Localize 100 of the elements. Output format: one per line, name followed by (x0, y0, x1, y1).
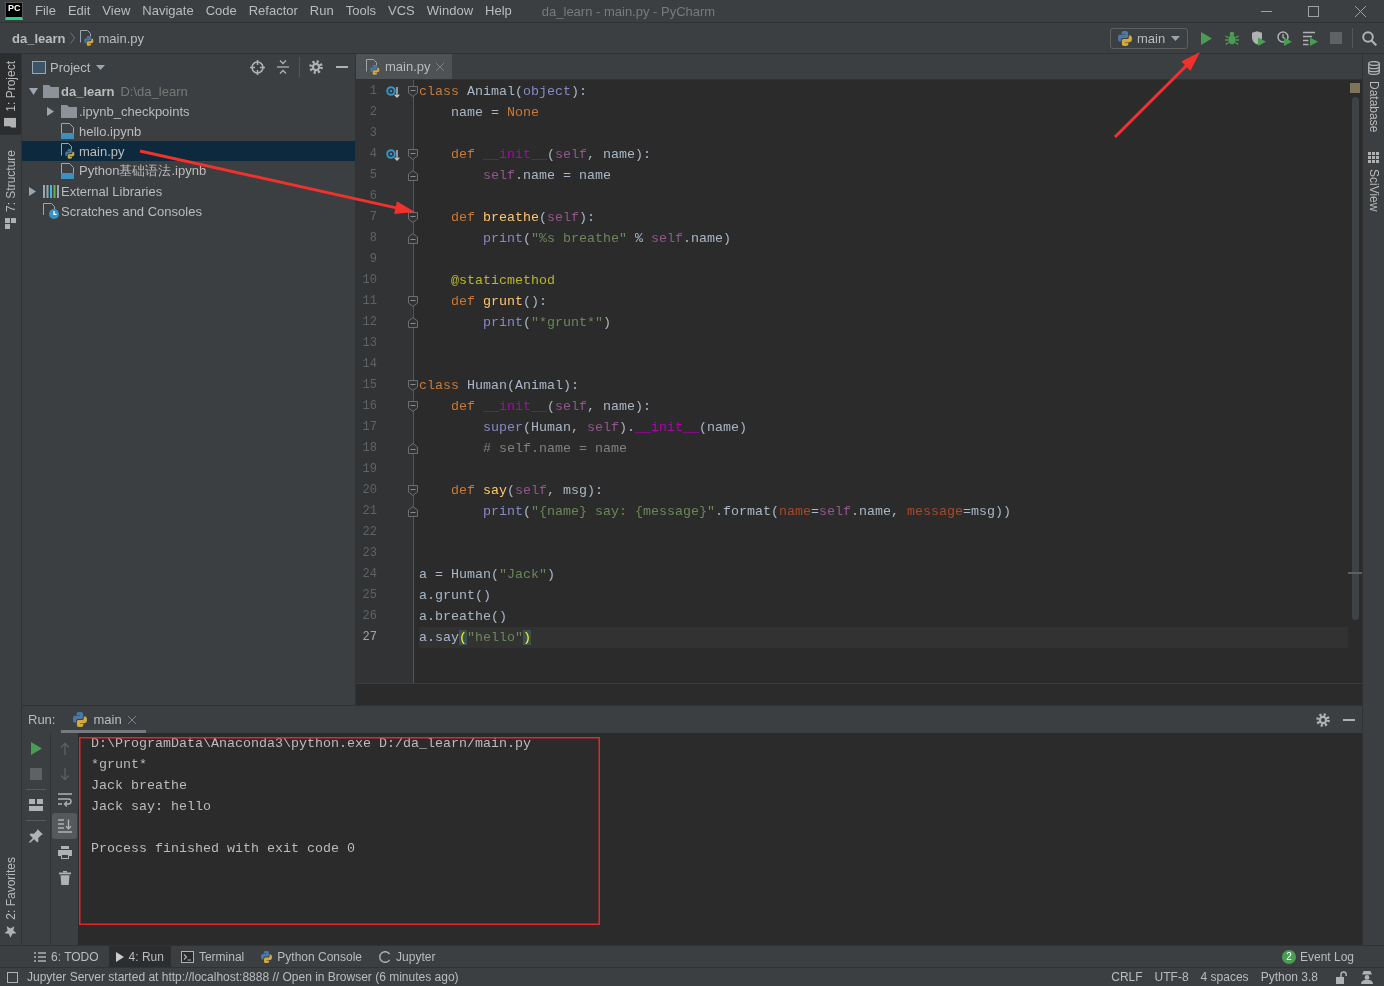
menu-item[interactable]: VCS (382, 0, 421, 22)
search-icon[interactable] (1361, 30, 1377, 46)
arrow-right-icon[interactable] (47, 106, 54, 116)
menu-item[interactable]: Navigate (136, 0, 200, 22)
caret-position-mark (1348, 572, 1362, 574)
console-line: Jack say: hello (91, 798, 211, 816)
run-icon[interactable] (30, 741, 42, 755)
window-icon (32, 60, 46, 74)
tool-window-button[interactable]: 4: Run (108, 946, 171, 967)
scroll-to-end-button[interactable] (52, 813, 77, 839)
clock-play-icon[interactable] (1276, 30, 1292, 46)
status-bar-item[interactable]: CRLF (1105, 970, 1149, 984)
person-icon[interactable] (1360, 970, 1374, 984)
run-icon[interactable] (1200, 31, 1212, 45)
arrow-down-icon (59, 767, 70, 781)
tool-window-button[interactable]: Terminal (173, 946, 252, 967)
editor-tab[interactable]: main.py (356, 54, 452, 79)
settings-icon[interactable] (309, 60, 323, 74)
code-line: @staticmethod (451, 273, 555, 288)
menu-item[interactable]: Edit (61, 0, 97, 22)
status-bar-item[interactable]: Python 3.8 (1254, 970, 1324, 984)
run-configuration-dropdown[interactable]: main (1110, 27, 1188, 49)
console-line: Jack breathe (91, 777, 187, 795)
menu-item[interactable]: Tools (339, 0, 383, 22)
code-line: a = Human("Jack") (419, 567, 555, 582)
tree-item[interactable]: External Libraries (22, 181, 355, 201)
python-logo-icon (1118, 30, 1132, 46)
lines-play-icon[interactable] (1302, 30, 1318, 46)
fold-marker-icon[interactable] (407, 401, 418, 412)
lock-icon[interactable] (1336, 970, 1348, 984)
menu-item[interactable]: Window (420, 0, 480, 22)
code-line: def breathe(self): (451, 210, 595, 225)
path-hint: D:\da_learn (120, 83, 188, 99)
settings-icon[interactable] (1316, 712, 1330, 727)
fold-marker-icon[interactable] (407, 317, 418, 328)
arrow-up-icon (59, 741, 70, 755)
code-line: class Human(Animal): (419, 378, 579, 393)
code-line: def __init__(self, name): (451, 147, 651, 162)
tool-window-button[interactable]: 6: TODO (27, 946, 106, 967)
menu-item[interactable]: Run (303, 0, 340, 22)
code-line: a.say("hello") (419, 630, 531, 645)
code-line: class Animal(object): (419, 84, 587, 99)
menu-item[interactable]: Code (199, 0, 243, 22)
square-icon[interactable] (7, 971, 18, 983)
fold-marker-icon[interactable] (407, 233, 418, 244)
fold-marker-icon[interactable] (407, 485, 418, 496)
fold-marker-icon[interactable] (407, 149, 418, 160)
menu-item[interactable]: Help (479, 0, 518, 22)
tool-window-tab[interactable]: 7: Structure (0, 142, 21, 236)
fold-marker-icon[interactable] (407, 296, 418, 307)
minus-icon[interactable] (1343, 718, 1355, 721)
circle-down-arrow-icon[interactable] (386, 85, 400, 98)
tool-window-tab[interactable]: 2: Favorites (0, 850, 21, 945)
bug-icon[interactable] (1225, 31, 1239, 45)
tree-item[interactable]: hello.ipynb (22, 121, 355, 141)
arrow-right-icon[interactable] (29, 186, 36, 196)
tree-item[interactable]: da_learn D:\da_learn (22, 81, 355, 101)
breadcrumb-item[interactable]: main.py (80, 30, 144, 46)
close-icon[interactable] (127, 715, 136, 724)
menu-item[interactable]: Refactor (242, 0, 304, 22)
fold-marker-icon[interactable] (407, 170, 418, 181)
status-bar-item[interactable]: 4 spaces (1194, 970, 1255, 984)
arrow-down-icon[interactable] (29, 87, 38, 95)
scrollbar-thumb[interactable] (1352, 97, 1359, 620)
close-icon[interactable] (1355, 5, 1366, 17)
shield-play-icon[interactable] (1250, 30, 1266, 46)
menu-item[interactable]: View (96, 0, 137, 22)
list-icon (34, 951, 46, 962)
python-file-icon (61, 143, 75, 159)
collapse-icon[interactable] (277, 60, 289, 74)
fold-marker-icon[interactable] (407, 86, 418, 97)
tree-item[interactable]: Python基础语法.ipynb (22, 161, 355, 181)
menu-item[interactable]: File (29, 0, 62, 22)
window-title: da_learn - main.py - PyCharm (541, 3, 716, 19)
tool-window-tab[interactable]: Database (1363, 54, 1384, 140)
tool-window-tab[interactable]: SciView (1363, 145, 1384, 219)
maximize-icon[interactable] (1308, 5, 1319, 17)
soft-wrap-icon (57, 793, 72, 807)
tree-item[interactable]: Scratches and Consoles (22, 201, 355, 221)
minimize-icon[interactable] (1261, 10, 1272, 12)
crosshair-icon[interactable] (249, 59, 265, 75)
squares-icon (5, 217, 16, 229)
fold-marker-icon[interactable] (407, 212, 418, 223)
fold-marker-icon[interactable] (407, 443, 418, 454)
pin-icon[interactable] (29, 829, 43, 843)
line-number: 27 (362, 630, 377, 644)
tool-window-button[interactable]: Jupyter (372, 946, 443, 967)
layout-icon[interactable] (29, 799, 43, 811)
tool-window-button[interactable]: Python Console (254, 946, 370, 967)
status-bar-item[interactable]: UTF-8 (1148, 970, 1195, 984)
code-line: super(Human, self).__init__(name) (483, 420, 747, 435)
circle-down-arrow-icon[interactable] (386, 148, 400, 161)
view-selector[interactable]: Project (50, 59, 106, 75)
fold-marker-icon[interactable] (407, 380, 418, 391)
breadcrumb-item[interactable]: da_learn (12, 30, 66, 46)
fold-marker-icon[interactable] (407, 506, 418, 517)
tool-window-tab[interactable]: 1: Project (0, 54, 21, 135)
tree-item[interactable]: .ipynb_checkpoints (22, 101, 355, 121)
event-log-button[interactable]: 2 Event Log (1281, 949, 1354, 964)
tree-item[interactable]: main.py (22, 141, 355, 161)
